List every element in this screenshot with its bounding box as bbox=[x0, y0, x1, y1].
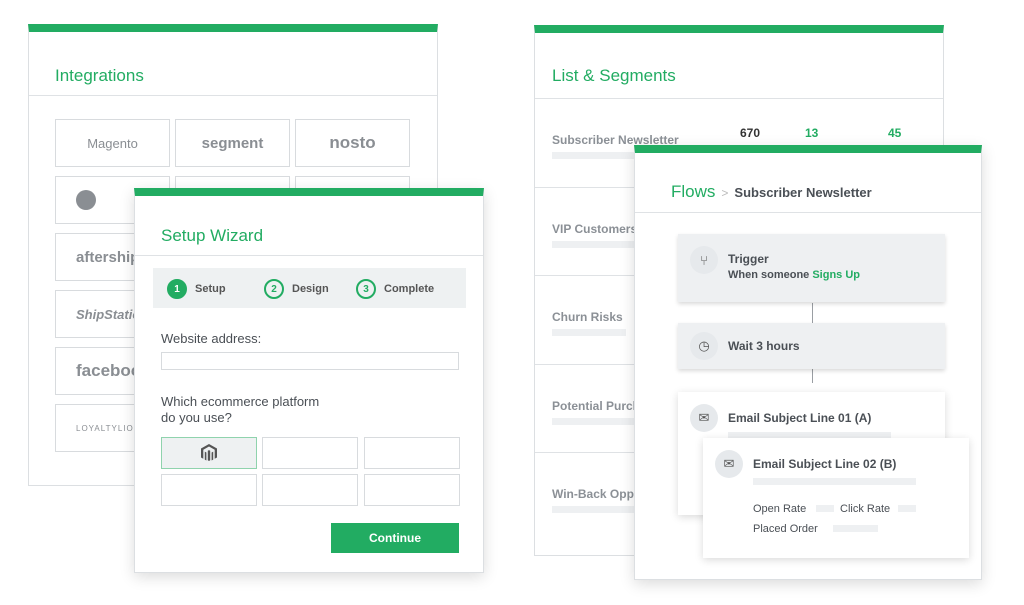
integration-tile[interactable]: segment bbox=[175, 119, 290, 167]
platform-option[interactable] bbox=[161, 474, 257, 506]
envelope-icon: ✉ bbox=[690, 404, 718, 432]
envelope-icon: ✉ bbox=[715, 450, 743, 478]
divider bbox=[535, 98, 943, 99]
platform-option[interactable] bbox=[262, 474, 358, 506]
placed-order-bar bbox=[833, 525, 878, 532]
email-node-b[interactable]: ✉ Email Subject Line 02 (B) Open Rate Cl… bbox=[703, 438, 969, 558]
trigger-node[interactable]: ⑂ Trigger When someone Signs Up bbox=[678, 234, 945, 302]
click-rate-bar bbox=[898, 505, 916, 512]
breadcrumb-flows[interactable]: Flows bbox=[671, 182, 715, 202]
chevron-right-icon: > bbox=[721, 186, 729, 200]
breadcrumb: Flows > Subscriber Newsletter bbox=[671, 182, 872, 202]
divider bbox=[635, 212, 981, 213]
integration-tile[interactable]: Magento bbox=[55, 119, 170, 167]
flows-card: Flows > Subscriber Newsletter ⑂ Trigger … bbox=[634, 145, 982, 580]
wait-node[interactable]: ◷ Wait 3 hours bbox=[678, 323, 945, 369]
clock-icon: ◷ bbox=[690, 332, 718, 360]
trigger-text: When someone Signs Up bbox=[728, 269, 861, 281]
divider bbox=[135, 255, 483, 256]
subscriber-stat-3: 45 bbox=[888, 126, 902, 140]
placeholder-bar bbox=[753, 478, 916, 485]
step-design[interactable]: 2 Design bbox=[264, 279, 329, 299]
steps-bar: 1 Setup 2 Design 3 Complete bbox=[153, 268, 466, 308]
wizard-title: Setup Wizard bbox=[161, 226, 264, 245]
divider bbox=[29, 95, 437, 96]
integration-logo-icon bbox=[76, 190, 96, 210]
platform-option[interactable] bbox=[364, 474, 460, 506]
placeholder-bar bbox=[552, 329, 626, 336]
subscriber-count: 670 bbox=[740, 126, 761, 140]
segment-name[interactable]: Churn Risks bbox=[552, 310, 623, 324]
flow-title: Subscriber Newsletter bbox=[734, 185, 872, 200]
lists-title: List & Segments bbox=[552, 66, 676, 85]
platform-option[interactable] bbox=[364, 437, 460, 469]
magento-icon bbox=[201, 444, 217, 461]
trigger-icon: ⑂ bbox=[690, 246, 718, 274]
platform-question: Which ecommerce platform do you use? bbox=[161, 394, 320, 425]
integration-tile[interactable]: nosto bbox=[295, 119, 410, 167]
open-rate-bar bbox=[816, 505, 834, 512]
step-complete[interactable]: 3 Complete bbox=[356, 279, 434, 299]
subscriber-stat-2: 13 bbox=[805, 126, 819, 140]
platform-option[interactable] bbox=[262, 437, 358, 469]
step-setup[interactable]: 1 Setup bbox=[167, 279, 226, 299]
segment-name[interactable]: VIP Customers bbox=[552, 222, 637, 236]
platform-option-magento[interactable] bbox=[161, 437, 257, 469]
website-input[interactable] bbox=[161, 352, 459, 370]
website-label: Website address: bbox=[161, 331, 262, 346]
setup-wizard-card: Setup Wizard 1 Setup 2 Design 3 Complete We… bbox=[134, 188, 484, 573]
continue-button[interactable]: Continue bbox=[331, 523, 459, 553]
integrations-title: Integrations bbox=[55, 66, 144, 85]
